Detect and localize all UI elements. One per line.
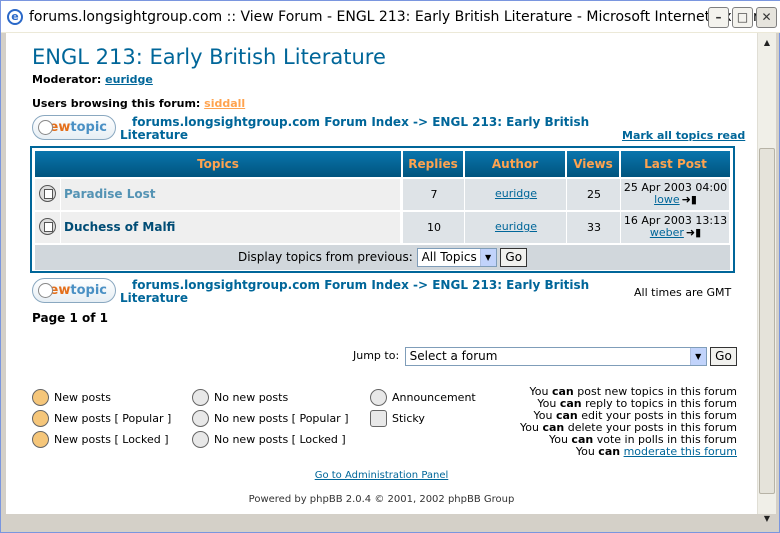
topic-title-link[interactable]: Paradise Lost: [64, 187, 156, 201]
scroll-thumb[interactable]: [759, 148, 775, 494]
jump-to-row: Jump to: Select a forum ▼ Go: [353, 346, 737, 366]
legend-new-locked: New posts [ Locked ]: [32, 431, 169, 448]
breadcrumb-forum-link-cont[interactable]: Literature: [120, 128, 188, 142]
title-bar: e forums.longsightgroup.com :: View Foru…: [1, 1, 780, 33]
mark-all-read-link[interactable]: Mark all topics read: [622, 129, 745, 142]
legend-new-posts: New posts: [32, 389, 111, 406]
topic-folder-icon: [39, 185, 56, 202]
display-topics-label: Display topics from previous:: [237, 250, 413, 264]
moderator-link[interactable]: euridge: [105, 73, 153, 86]
breadcrumb: forums.longsightgroup.com Forum Index ->…: [120, 116, 589, 142]
topics-table: Topics Replies Author Views Last Post Pa…: [30, 146, 735, 273]
status-bar: [6, 514, 757, 530]
topic-author-link[interactable]: euridge: [465, 220, 567, 233]
minimize-button[interactable]: –: [708, 7, 729, 28]
display-topics-select[interactable]: All Topics ▼: [416, 248, 497, 267]
breadcrumb-index-link[interactable]: forums.longsightgroup.com Forum Index: [120, 115, 409, 129]
permission-moderate: You can moderate this forum: [575, 445, 737, 458]
goto-last-post-icon[interactable]: ➜▮: [682, 194, 697, 206]
admin-panel-row: Go to Administration Panel: [6, 470, 757, 481]
browsing-line: Users browsing this forum: siddall: [32, 97, 245, 110]
breadcrumb-bottom: forums.longsightgroup.com Forum Index ->…: [120, 279, 589, 305]
breadcrumb-forum-link-cont[interactable]: Literature: [120, 291, 188, 305]
scroll-up-icon[interactable]: ▲: [759, 35, 775, 51]
window-title: forums.longsightgroup.com :: View Forum …: [29, 9, 773, 25]
announcement-icon: [370, 389, 387, 406]
folder-locked-new-icon: [32, 431, 49, 448]
page-indicator: Page 1 of 1: [32, 311, 108, 325]
last-post-info: 25 Apr 2003 04:00 lowe ➜▮: [621, 182, 730, 206]
breadcrumb-separator: ->: [413, 115, 429, 129]
folder-hot-icon: [192, 410, 209, 427]
legend-no-new-popular: No new posts [ Popular ]: [192, 410, 349, 427]
header-replies: Replies: [403, 151, 463, 177]
jump-to-label: Jump to:: [353, 349, 400, 362]
topic-views: 33: [587, 221, 601, 234]
topic-title-link[interactable]: Duchess of Malfi: [64, 220, 175, 234]
moderator-line: Moderator: euridge: [32, 73, 153, 86]
admin-panel-link[interactable]: Go to Administration Panel: [315, 470, 449, 481]
header-last-post: Last Post: [621, 151, 730, 177]
maximize-button[interactable]: □: [732, 7, 753, 28]
scroll-down-icon[interactable]: ▼: [759, 511, 775, 527]
ie-logo-icon: e: [7, 9, 23, 25]
topic-views: 25: [587, 188, 601, 201]
breadcrumb-forum-link[interactable]: ENGL 213: Early British: [432, 278, 589, 292]
jump-go-button[interactable]: Go: [710, 346, 737, 366]
browsing-label: Users browsing this forum:: [32, 97, 201, 110]
legend-new-popular: New posts [ Popular ]: [32, 410, 171, 427]
topic-author-link[interactable]: euridge: [465, 187, 567, 200]
timezone-note: All times are GMT: [634, 286, 732, 299]
folder-icon: [192, 389, 209, 406]
legend-announcement: Announcement: [370, 389, 476, 406]
topic-replies: 7: [430, 188, 438, 201]
header-author: Author: [465, 151, 565, 177]
breadcrumb-index-link[interactable]: forums.longsightgroup.com Forum Index: [120, 278, 409, 292]
new-topic-icon: [38, 283, 53, 298]
folder-hot-new-icon: [32, 410, 49, 427]
page-content: ENGL 213: Early British Literature Moder…: [6, 33, 757, 514]
new-topic-button[interactable]: newtopic: [32, 115, 116, 140]
last-post-info: 16 Apr 2003 13:13 weber ➜▮: [621, 215, 730, 239]
sticky-icon: [370, 410, 387, 427]
last-post-user-link[interactable]: weber: [650, 226, 684, 239]
new-topic-icon: [38, 120, 53, 135]
goto-last-post-icon[interactable]: ➜▮: [686, 227, 701, 239]
topic-folder-icon: [39, 218, 56, 235]
browser-window: e forums.longsightgroup.com :: View Foru…: [0, 0, 780, 533]
breadcrumb-forum-link[interactable]: ENGL 213: Early British: [432, 115, 589, 129]
topic-replies: 10: [427, 221, 441, 234]
moderate-forum-link[interactable]: moderate this forum: [624, 445, 737, 458]
last-post-user-link[interactable]: lowe: [654, 193, 680, 206]
jump-to-select[interactable]: Select a forum ▼: [404, 346, 707, 366]
vertical-scrollbar[interactable]: ▲ ▼: [757, 33, 776, 523]
header-topics: Topics: [35, 151, 401, 177]
chevron-down-icon[interactable]: ▼: [689, 347, 706, 365]
display-topics-row: Display topics from previous: All Topics…: [35, 245, 730, 270]
legend-no-new-posts: No new posts: [192, 389, 288, 406]
powered-by: Powered by phpBB 2.0.4 © 2001, 2002 phpB…: [248, 494, 515, 505]
forum-title[interactable]: ENGL 213: Early British Literature: [32, 45, 386, 69]
moderator-label: Moderator:: [32, 73, 102, 86]
breadcrumb-separator: ->: [413, 278, 429, 292]
new-topic-button-bottom[interactable]: newtopic: [32, 278, 116, 303]
legend-sticky: Sticky: [370, 410, 425, 427]
legend-no-new-locked: No new posts [ Locked ]: [192, 431, 346, 448]
folder-new-icon: [32, 389, 49, 406]
display-go-button[interactable]: Go: [500, 248, 528, 267]
browsing-user-link[interactable]: siddall: [204, 97, 245, 110]
header-views: Views: [567, 151, 619, 177]
folder-locked-icon: [192, 431, 209, 448]
chevron-down-icon[interactable]: ▼: [479, 249, 496, 266]
close-button[interactable]: ✕: [756, 7, 777, 28]
